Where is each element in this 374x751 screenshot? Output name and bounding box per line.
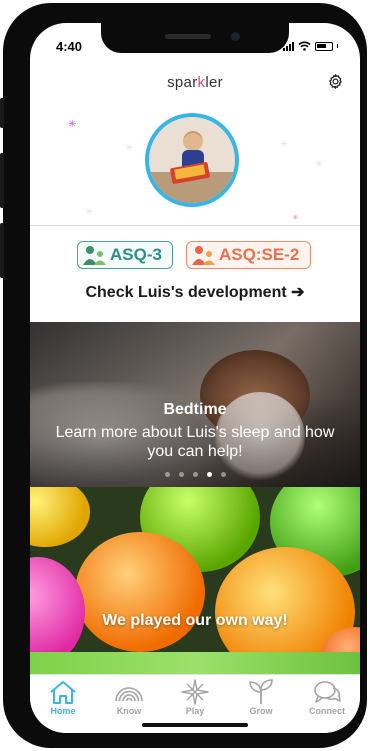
section-divider (30, 225, 360, 226)
sparkle-decoration: ✳ (85, 207, 94, 218)
gear-icon[interactable] (327, 73, 344, 90)
bedtime-carousel[interactable]: Bedtime Learn more about Luis's sleep an… (30, 322, 360, 487)
carousel-dot[interactable] (192, 472, 198, 477)
profile-hero: ✳ ✳ ✳ ✳ ✳ ✳ (30, 95, 360, 225)
carousel-title: Bedtime (163, 401, 227, 418)
home-icon (50, 681, 76, 704)
tab-grow-label: Grow (249, 706, 273, 716)
carousel-dot-active[interactable] (206, 472, 212, 477)
volume-down-button (0, 223, 4, 278)
wifi-icon (297, 41, 311, 51)
asqse2-button[interactable]: ASQ:SE-2 (186, 241, 311, 269)
tab-play-label: Play (185, 706, 205, 716)
asq3-label: ASQ-3 (110, 245, 162, 264)
app-screen: 4:40 sparkler ✳ ✳ ✳ ✳ ✳ ✳ ASQ-3 ASQ:SE-2… (30, 23, 360, 733)
tab-connect-label: Connect (309, 706, 345, 716)
tab-know-label: Know (116, 706, 142, 716)
sparkle-icon (181, 679, 209, 705)
sprout-icon (249, 679, 273, 704)
family-icon (192, 246, 215, 265)
asqse2-label: ASQ:SE-2 (219, 245, 300, 264)
status-icons (282, 40, 338, 52)
sparkler-logo: sparkler (30, 74, 360, 91)
check-development-link[interactable]: Check Luis's development ➔ (30, 282, 360, 302)
sparkle-decoration: ✳ (315, 159, 324, 170)
ball-decoration (30, 557, 85, 652)
signal-icon (282, 41, 294, 51)
sparkle-decoration: ✳ (68, 119, 77, 130)
child-avatar[interactable] (145, 113, 239, 207)
volume-up-button (0, 153, 4, 208)
carousel-dot[interactable] (164, 472, 170, 477)
activity-card[interactable]: We played our own way! (30, 487, 360, 652)
home-indicator[interactable] (142, 723, 248, 727)
rainbow-icon (115, 687, 143, 702)
assessment-badges: ASQ-3 ASQ:SE-2 (30, 241, 360, 273)
chat-bubbles-icon (314, 681, 341, 703)
mute-switch (0, 98, 4, 128)
logo-text-start: spar (167, 74, 198, 91)
family-icon (83, 246, 106, 265)
notch (101, 23, 289, 53)
tab-connect[interactable]: Connect (294, 675, 360, 733)
tab-home[interactable]: Home (30, 675, 96, 733)
front-camera (231, 32, 240, 41)
child-photo (149, 117, 235, 203)
carousel-subtitle: Learn more about Luis's sleep and how yo… (55, 424, 335, 460)
asq3-button[interactable]: ASQ-3 (77, 241, 173, 269)
status-time: 4:40 (56, 39, 83, 54)
next-card-peek[interactable] (30, 652, 360, 674)
phone-frame: 4:40 sparkler ✳ ✳ ✳ ✳ ✳ ✳ ASQ-3 ASQ:SE-2… (0, 3, 367, 748)
carousel-dot[interactable] (178, 472, 184, 477)
app-header: sparkler (30, 71, 360, 95)
carousel-pagination (30, 472, 360, 477)
sparkle-decoration: ✳ (280, 139, 289, 150)
ball-decoration (75, 532, 205, 652)
sparkle-decoration: ✳ (125, 143, 134, 154)
carousel-dot[interactable] (220, 472, 226, 477)
ball-decoration (30, 487, 90, 547)
battery-icon (314, 41, 333, 51)
sparkle-decoration: ✳ (292, 213, 299, 222)
battery-tip (336, 44, 338, 48)
tab-home-label: Home (50, 706, 76, 716)
speaker (165, 34, 211, 39)
logo-text-end: ler (205, 74, 223, 91)
activity-caption: We played our own way! (102, 612, 288, 629)
